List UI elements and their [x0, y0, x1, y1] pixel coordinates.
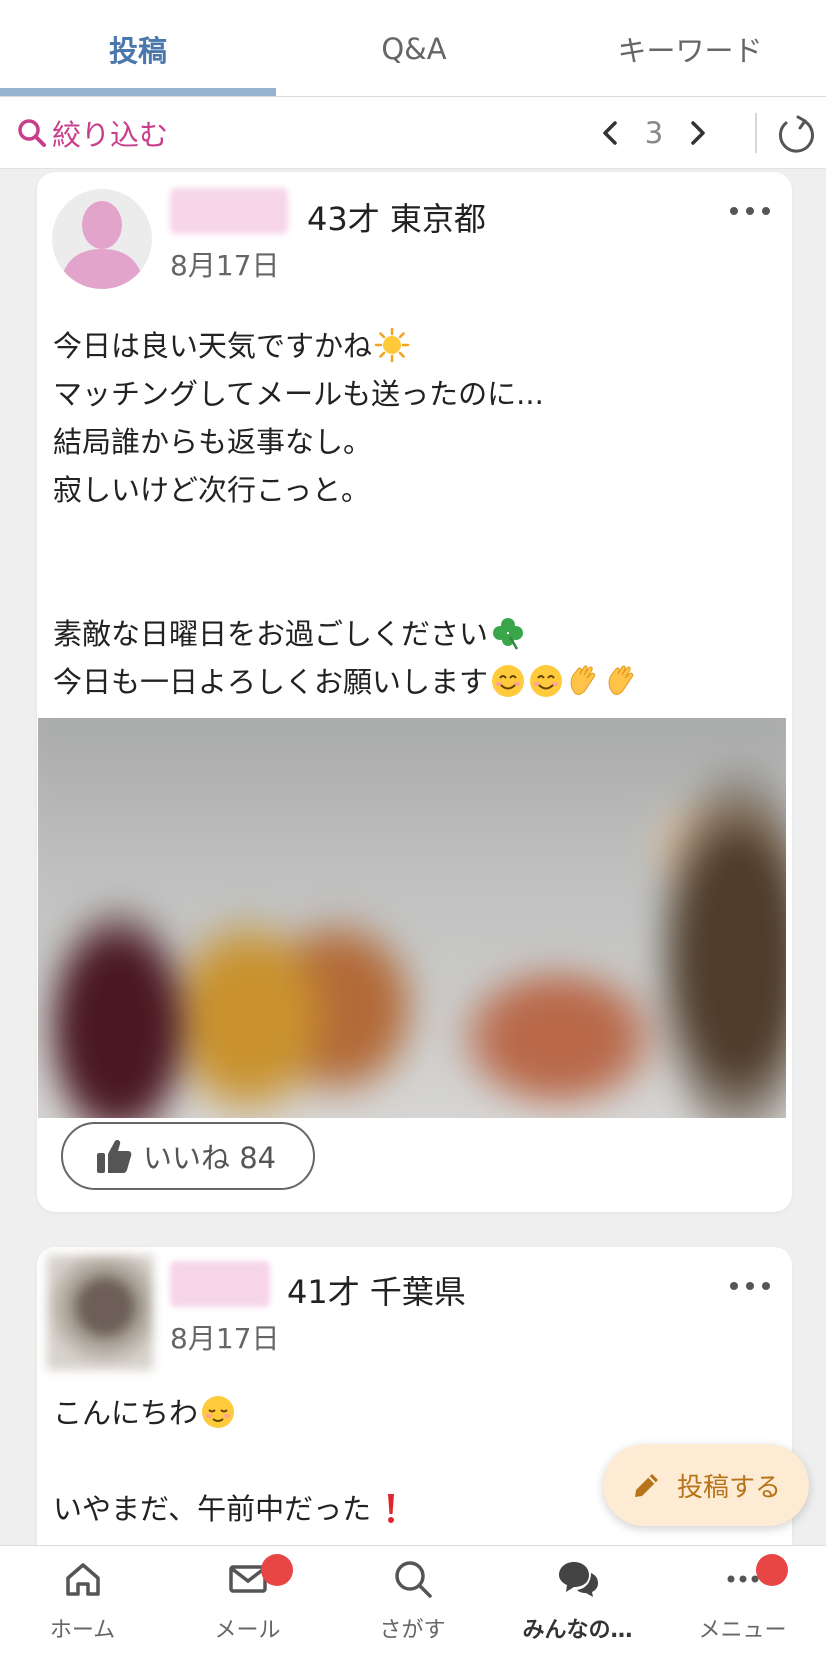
post-date: 8月17日 — [170, 249, 280, 282]
more-options-button[interactable] — [730, 204, 770, 218]
nav-label: メール — [214, 1618, 281, 1643]
like-button[interactable]: いいね 84 — [61, 1122, 315, 1190]
notification-badge — [756, 1554, 788, 1586]
post-photo[interactable] — [38, 718, 786, 1118]
smile-emoji-icon — [492, 665, 525, 697]
age-prefecture: 41才 千葉県 — [287, 1273, 466, 1311]
blurred-photo-content — [38, 718, 786, 1118]
notification-badge — [261, 1554, 293, 1586]
post-line: 今日は良い天気ですかね — [53, 329, 373, 363]
post-line: 寂しいけど次行こっと。 — [53, 473, 370, 507]
next-page-button[interactable] — [678, 111, 718, 155]
current-page: 3 — [644, 116, 664, 150]
toolbar: 絞り込む 3 — [0, 97, 826, 169]
waving-hand-emoji-icon — [570, 665, 596, 695]
post-date: 8月17日 — [170, 1322, 280, 1355]
thumbs-up-icon — [97, 1140, 132, 1173]
refresh-button[interactable] — [774, 113, 818, 157]
nav-search[interactable]: さがす — [330, 1546, 495, 1653]
pencil-icon — [634, 1474, 658, 1497]
chevron-left-icon — [603, 121, 617, 145]
nav-label: さがす — [379, 1618, 446, 1643]
post-line: 素敵な日曜日をお過ごしください — [53, 617, 489, 651]
tab-bar: 投稿 Q&A キーワード — [0, 0, 826, 97]
tab-qa[interactable]: Q&A — [276, 0, 552, 97]
nav-label: みんなの… — [522, 1618, 633, 1643]
post-line — [53, 514, 776, 562]
filter-button[interactable]: 絞り込む — [16, 111, 168, 155]
search-icon — [18, 119, 46, 147]
filter-label: 絞り込む — [52, 118, 169, 152]
username-blurred — [170, 188, 288, 234]
nav-label: ホーム — [49, 1618, 116, 1643]
waving-hand-emoji-icon — [608, 665, 634, 695]
default-avatar-icon — [60, 201, 144, 289]
smile-emoji-icon — [530, 665, 563, 697]
post-line — [53, 562, 776, 610]
pagination: 3 — [590, 111, 718, 155]
nav-community[interactable]: みんなの… — [495, 1546, 660, 1653]
refresh-icon — [778, 115, 814, 153]
clover-emoji-icon — [493, 618, 524, 650]
active-tab-indicator — [0, 88, 276, 96]
nav-home[interactable]: ホーム — [0, 1546, 165, 1653]
post-line: こんにちわ — [53, 1396, 199, 1430]
post-card: 43才 東京都 8月17日 今日は良い天気ですかね マッチングしてメールも送った… — [37, 172, 792, 1212]
like-label: いいね 84 — [143, 1141, 277, 1175]
search-icon — [394, 1561, 432, 1598]
new-post-label: 投稿する — [676, 1472, 781, 1503]
sun-emoji-icon — [374, 327, 410, 363]
age-prefecture: 43才 東京都 — [307, 200, 486, 238]
relieved-face-emoji-icon — [202, 1396, 235, 1428]
prev-page-button[interactable] — [590, 111, 630, 155]
tab-posts[interactable]: 投稿 — [0, 0, 276, 97]
post-line: いやまだ、午前中だった — [53, 1492, 372, 1526]
chevron-right-icon — [691, 121, 705, 145]
nav-menu[interactable]: メニュー — [660, 1546, 825, 1653]
nav-label: メニュー — [698, 1618, 787, 1643]
chat-bubbles-icon — [558, 1562, 598, 1597]
home-icon — [65, 1563, 100, 1596]
exclamation-emoji-icon — [388, 1494, 395, 1523]
post-line: 今日も一日よろしくお願いします — [53, 665, 489, 699]
avatar[interactable] — [52, 189, 152, 289]
more-options-button[interactable] — [730, 1279, 770, 1293]
tab-keywords[interactable]: キーワード — [552, 0, 826, 97]
nav-mail[interactable]: メール — [165, 1546, 330, 1653]
post-body: 今日は良い天気ですかね マッチングしてメールも送ったのに... 結局誰からも返事… — [53, 322, 776, 706]
post-line: マッチングしてメールも送ったのに... — [53, 377, 544, 411]
toolbar-divider — [755, 113, 757, 153]
post-line: 結局誰からも返事なし。 — [53, 425, 373, 459]
avatar[interactable] — [47, 1255, 153, 1370]
username-blurred — [170, 1261, 270, 1307]
new-post-button[interactable]: 投稿する — [603, 1444, 809, 1526]
bottom-nav: ホーム メール さがす みんなの… メニュー — [0, 1545, 826, 1653]
